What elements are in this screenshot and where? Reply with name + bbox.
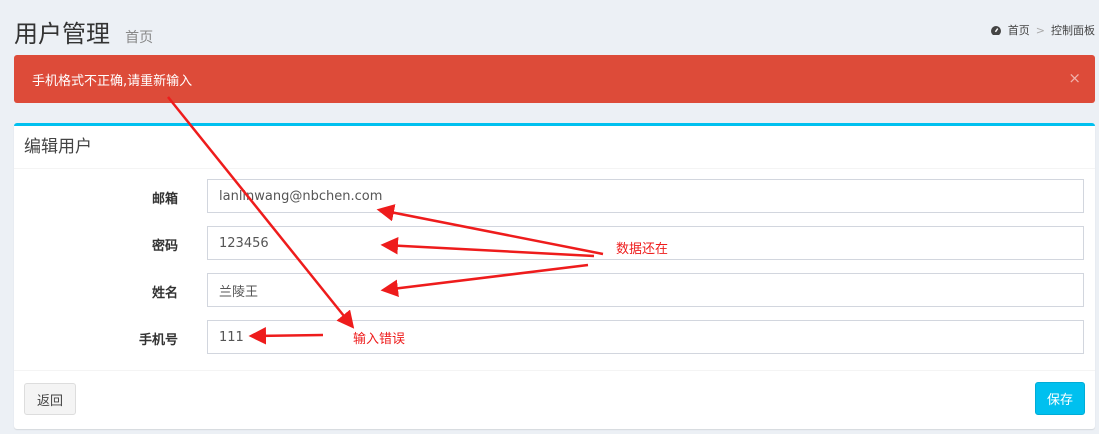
annotation-input-error: 输入错误 — [353, 332, 406, 347]
breadcrumb-current: 控制面板 — [1051, 24, 1095, 37]
phone-field[interactable] — [207, 320, 1084, 354]
content-header: 用户管理 首页 首页 > 控制面板 — [14, 14, 1099, 50]
breadcrumb-separator: > — [1035, 23, 1045, 37]
phone-label: 手机号 — [138, 333, 178, 348]
email-label: 邮箱 — [151, 192, 178, 207]
form-row-email: 邮箱 — [14, 179, 1095, 213]
error-alert: 手机格式不正确,请重新输入 × — [14, 55, 1095, 103]
form-row-password: 密码 — [14, 226, 1095, 260]
form-row-phone: 手机号 — [14, 320, 1095, 354]
alert-message: 手机格式不正确,请重新输入 — [32, 73, 193, 89]
breadcrumb: 首页 > 控制面板 — [990, 22, 1095, 38]
annotation-data-kept: 数据还在 — [616, 242, 669, 257]
box-footer: 返回 保存 — [14, 370, 1095, 429]
email-field[interactable] — [207, 179, 1084, 213]
page-subtitle: 首页 — [125, 30, 154, 46]
name-label: 姓名 — [151, 286, 178, 301]
edit-user-box: 编辑用户 邮箱 密码 姓名 手机号 返回 保存 — [14, 123, 1095, 429]
alert-close-button[interactable]: × — [1068, 69, 1081, 87]
save-button[interactable]: 保存 — [1035, 382, 1085, 415]
password-label: 密码 — [151, 239, 178, 254]
page-title: 用户管理 — [14, 20, 110, 48]
dashboard-icon — [990, 25, 1002, 35]
back-button[interactable]: 返回 — [24, 383, 76, 415]
breadcrumb-home-link[interactable]: 首页 — [1008, 22, 1030, 38]
name-field[interactable] — [207, 273, 1084, 307]
box-title: 编辑用户 — [14, 126, 1095, 169]
form-row-name: 姓名 — [14, 273, 1095, 307]
